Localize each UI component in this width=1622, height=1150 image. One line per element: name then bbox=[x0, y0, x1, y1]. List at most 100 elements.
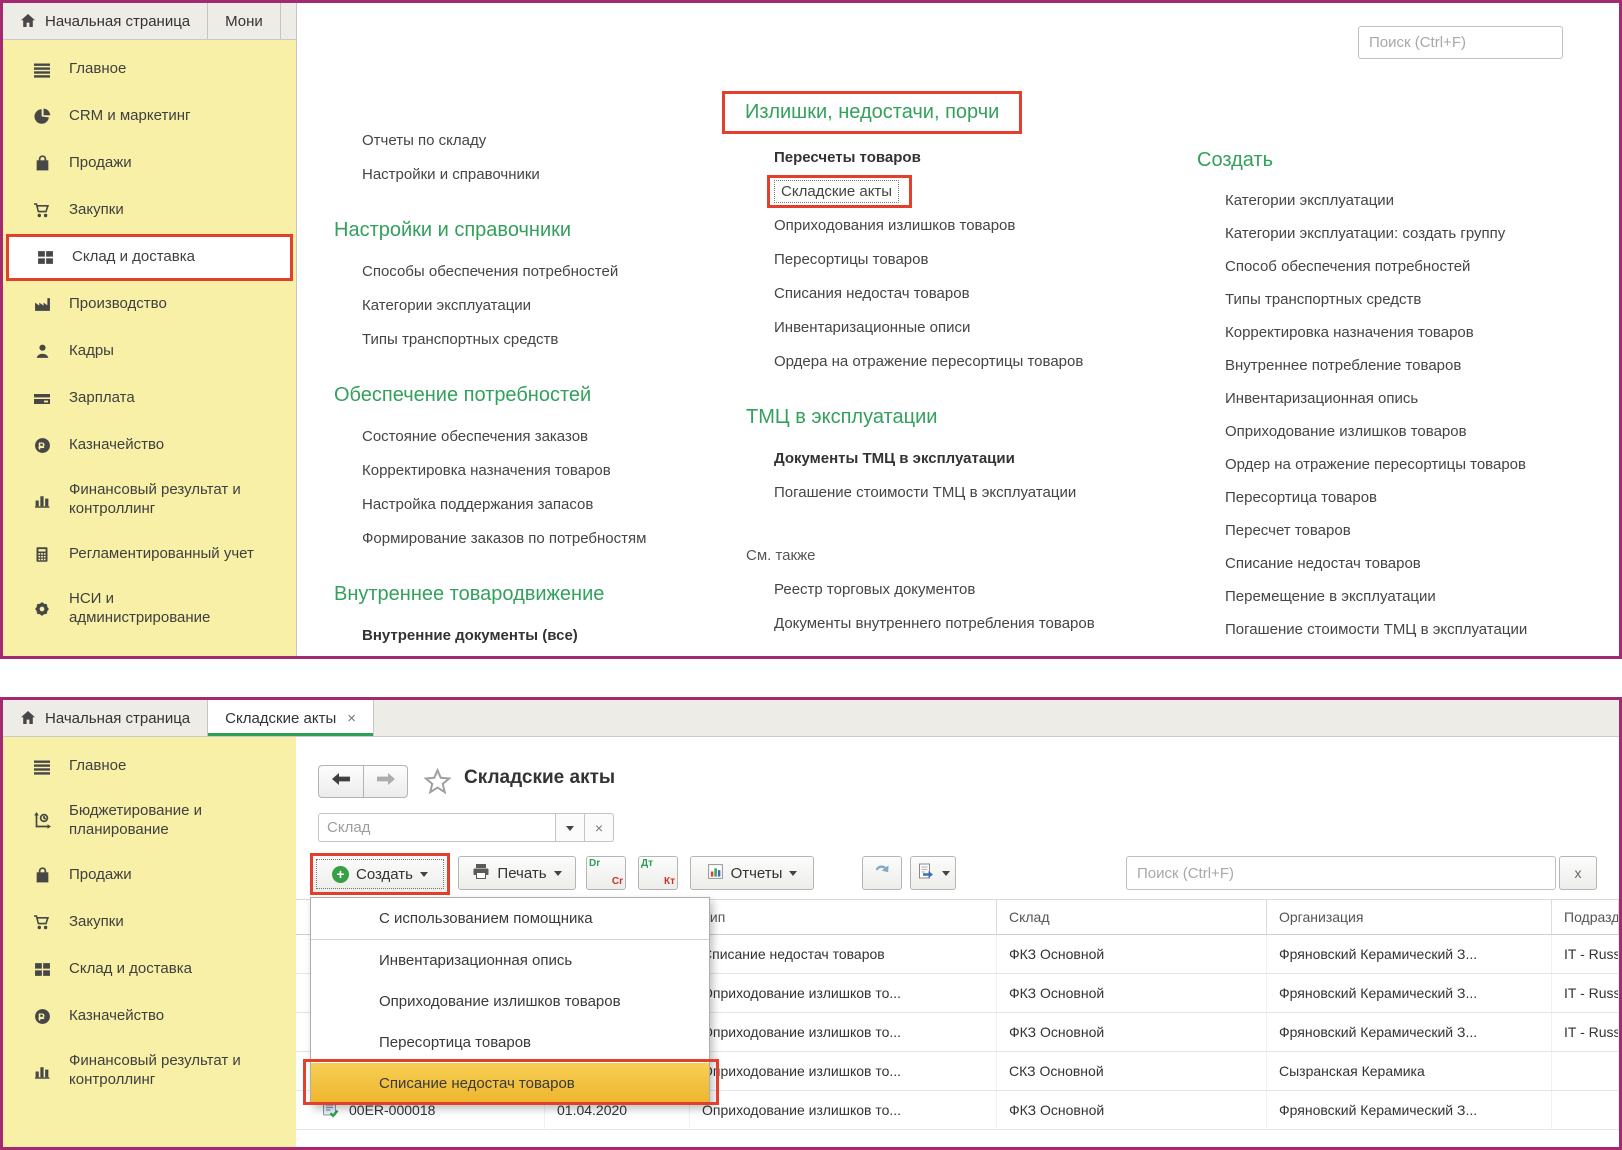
warehouse-filter-dropdown-button[interactable] bbox=[556, 813, 585, 842]
menu-link[interactable]: Пересчеты товаров bbox=[746, 140, 1191, 174]
cell-text: Оприходование излишков то... bbox=[702, 1063, 901, 1079]
sidebar-item[interactable]: Продажи bbox=[3, 852, 296, 899]
menu-link[interactable]: Пересчет товаров bbox=[1197, 514, 1622, 547]
search-clear-button[interactable]: x bbox=[1559, 856, 1597, 890]
sidebar-item-label: Кадры bbox=[69, 342, 114, 361]
menu-link[interactable]: Внутреннее потребление товаров bbox=[1197, 349, 1622, 382]
dtkt-posting-button[interactable]: Дт Кт bbox=[638, 856, 678, 890]
arrow-left-icon bbox=[331, 772, 351, 791]
menu-link[interactable]: Реестр торговых документов bbox=[746, 572, 1191, 606]
column-header[interactable]: Подразд bbox=[1552, 900, 1619, 934]
tab-item[interactable]: Начальная страница bbox=[3, 3, 208, 39]
menu-link[interactable]: Документы ТМЦ в эксплуатации bbox=[746, 441, 1191, 475]
column-header[interactable]: Организация bbox=[1267, 900, 1552, 934]
close-icon: x bbox=[1575, 865, 1582, 881]
reports-button[interactable]: Отчеты bbox=[690, 856, 814, 890]
menu-link[interactable]: Способы обеспечения потребностей bbox=[334, 254, 736, 288]
sidebar-item[interactable]: Закупки bbox=[3, 187, 296, 234]
sidebar-item[interactable]: Регламентированный учет bbox=[3, 531, 296, 578]
menu-link[interactable]: Документы внутреннего потребления товаро… bbox=[746, 606, 1191, 640]
sidebar-item[interactable]: Кадры bbox=[3, 328, 296, 375]
menu-link[interactable]: Способ обеспечения потребностей bbox=[1197, 250, 1622, 283]
tab-item[interactable]: Начальная страница bbox=[3, 700, 208, 736]
menu-link[interactable]: Пересортицы товаров bbox=[746, 242, 1191, 276]
menu-link[interactable]: Настройка поддержания запасов bbox=[334, 487, 736, 521]
menu-link-focused[interactable]: Складские акты bbox=[774, 180, 899, 203]
column-header[interactable]: Тип bbox=[690, 900, 997, 934]
sidebar-item[interactable]: Склад и доставка bbox=[6, 234, 293, 281]
sidebar-item[interactable]: Продажи bbox=[3, 140, 296, 187]
table-cell: IT - Russ bbox=[1552, 935, 1619, 973]
forward-button[interactable] bbox=[363, 765, 408, 798]
menu-link[interactable]: Состояние обеспечения заказов bbox=[334, 419, 736, 453]
cell-text: Оприходование излишков то... bbox=[702, 1024, 901, 1040]
menu-link[interactable]: Категории эксплуатации bbox=[334, 288, 736, 322]
create-menu-item[interactable]: С использованием помощника bbox=[311, 898, 709, 939]
menu-link[interactable]: Категории эксплуатации bbox=[1197, 184, 1622, 217]
column-header[interactable]: Склад bbox=[997, 900, 1267, 934]
menu-link[interactable]: Регистрация наработок ТМЦ в эксплуатации bbox=[1197, 646, 1622, 659]
sidebar-item[interactable]: Главное bbox=[3, 46, 296, 93]
sidebar-item[interactable]: Бюджетирование ипланирование bbox=[3, 790, 296, 852]
create-menu-item[interactable]: Оприходование излишков товаров bbox=[311, 981, 709, 1022]
warehouse-filter: × bbox=[318, 813, 614, 842]
menu-link[interactable]: Формирование заказов по потребностям bbox=[334, 521, 736, 555]
menu-link[interactable]: Инвентаризационные описи bbox=[746, 310, 1191, 344]
favorite-star-icon[interactable] bbox=[424, 768, 451, 795]
sidebar-item[interactable]: НСИ иадминистрирование bbox=[3, 578, 296, 640]
cell-text: Фряновский Керамический З... bbox=[1279, 946, 1477, 962]
menu-link[interactable]: Внутренние документы (все) bbox=[334, 618, 736, 652]
menu-link[interactable]: Списание недостач товаров bbox=[1197, 547, 1622, 580]
menu-link[interactable]: Ордера на отражение пересортицы товаров bbox=[746, 344, 1191, 378]
list-search-input[interactable] bbox=[1126, 856, 1556, 890]
menu-link[interactable]: Инвентаризационная опись bbox=[1197, 382, 1622, 415]
menu-link[interactable]: Погашение стоимости ТМЦ в эксплуатации bbox=[1197, 613, 1622, 646]
menu-link[interactable]: Корректировка назначения товаров bbox=[334, 453, 736, 487]
menu-link[interactable]: Отчеты по складу bbox=[334, 123, 736, 157]
menu-link[interactable]: Оприходования излишков товаров bbox=[746, 208, 1191, 242]
warehouse-filter-clear-button[interactable]: × bbox=[585, 813, 614, 842]
menu-link[interactable]: Складские акты bbox=[746, 174, 1191, 208]
menu-link[interactable]: Настройки и справочники bbox=[334, 157, 736, 191]
create-menu-item[interactable]: Пересортица товаров bbox=[311, 1022, 709, 1063]
menu-link[interactable]: Оприходование излишков товаров bbox=[1197, 415, 1622, 448]
create-dropdown-menu: С использованием помощникаИнвентаризацио… bbox=[310, 897, 710, 1105]
sidebar-item[interactable]: CRM и маркетинг bbox=[3, 93, 296, 140]
tab-item[interactable]: Мони bbox=[208, 3, 281, 39]
menu-link[interactable]: Корректировка назначения товаров bbox=[1197, 316, 1622, 349]
close-icon: × bbox=[595, 820, 603, 836]
warehouse-filter-input[interactable] bbox=[318, 813, 556, 842]
print-button[interactable]: Печать bbox=[458, 856, 576, 890]
tab-close-icon[interactable]: × bbox=[347, 710, 356, 727]
create-menu-item[interactable]: Списание недостач товаров bbox=[311, 1063, 709, 1104]
menu-link[interactable]: Ордер на отражение пересортицы товаров bbox=[1197, 448, 1622, 481]
sidebar-item[interactable]: Главное bbox=[3, 743, 296, 790]
menu-link[interactable]: Списания недостач товаров bbox=[746, 276, 1191, 310]
sidebar-item[interactable]: PКазначейство bbox=[3, 422, 296, 469]
drcr-posting-button[interactable]: Dr Cr bbox=[586, 856, 626, 890]
sidebar-item[interactable]: Финансовый результат иконтроллинг bbox=[3, 1040, 296, 1102]
menu-link[interactable]: Типы транспортных средств bbox=[1197, 283, 1622, 316]
sidebar-item[interactable]: Зарплата bbox=[3, 375, 296, 422]
back-button[interactable] bbox=[318, 765, 363, 798]
menu-link[interactable]: Категории эксплуатации: создать группу bbox=[1197, 217, 1622, 250]
menu-link[interactable]: Погашение стоимости ТМЦ в эксплуатации bbox=[746, 475, 1191, 509]
refresh-button[interactable] bbox=[862, 856, 902, 890]
cell-text: Фряновский Керамический З... bbox=[1279, 1024, 1477, 1040]
menu-link[interactable]: Пересортица товаров bbox=[1197, 481, 1622, 514]
sidebar-item[interactable]: Производство bbox=[3, 281, 296, 328]
export-document-button[interactable] bbox=[910, 856, 956, 890]
sidebar-item[interactable]: Закупки bbox=[3, 899, 296, 946]
menu-link[interactable]: Типы транспортных средств bbox=[334, 322, 736, 356]
table-cell: Оприходование излишков то... bbox=[690, 1013, 997, 1051]
create-menu-item[interactable]: Инвентаризационная опись bbox=[311, 940, 709, 981]
create-button[interactable]: + Создать bbox=[313, 856, 447, 892]
table-cell: Оприходование излишков то... bbox=[690, 974, 997, 1012]
sidebar-item[interactable]: Финансовый результат иконтроллинг bbox=[3, 469, 296, 531]
sidebar-item[interactable]: PКазначейство bbox=[3, 993, 296, 1040]
print-button-label: Печать bbox=[497, 865, 546, 882]
menu-link[interactable]: Перемещение в эксплуатации bbox=[1197, 580, 1622, 613]
cart-icon bbox=[33, 914, 51, 932]
tab-active[interactable]: Складские акты× bbox=[208, 700, 374, 736]
sidebar-item[interactable]: Склад и доставка bbox=[3, 946, 296, 993]
